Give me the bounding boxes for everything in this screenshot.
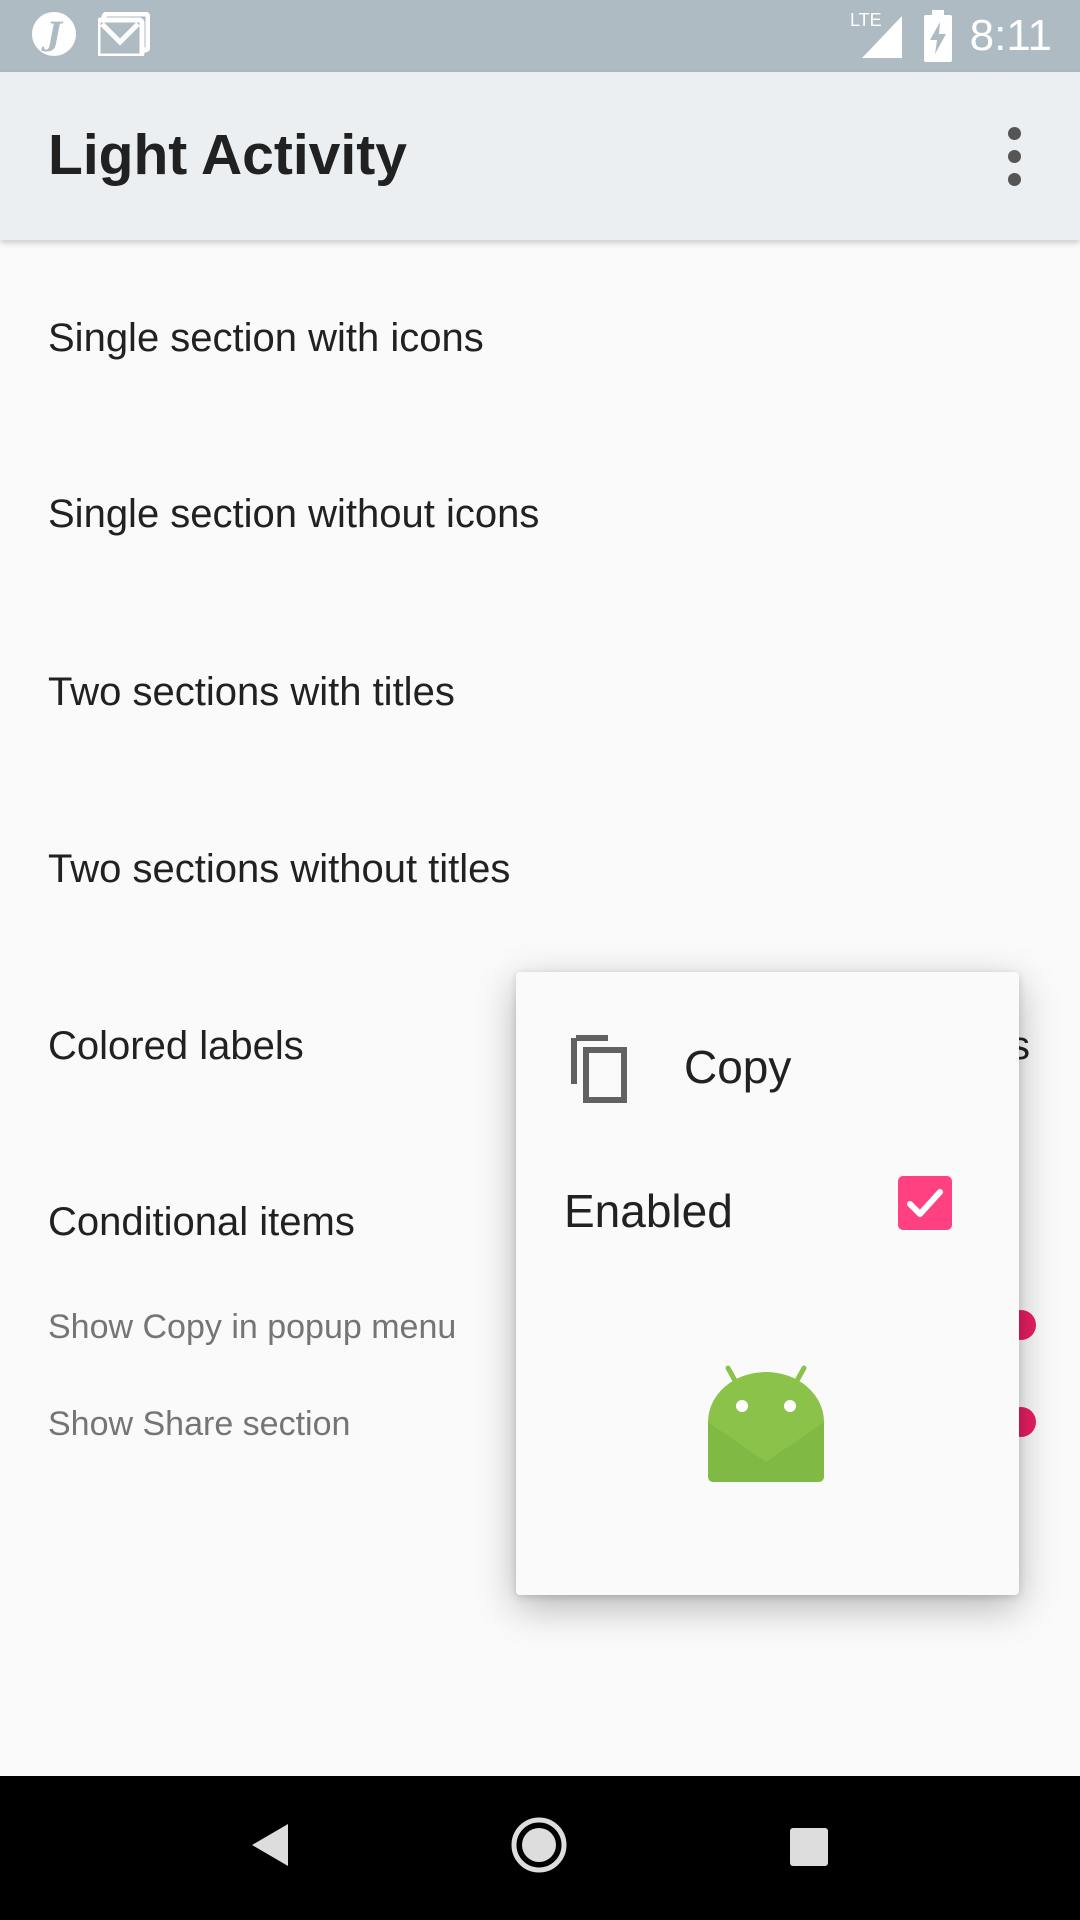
list-item-conditional-items[interactable]: Conditional items	[48, 1200, 355, 1245]
j-app-icon: J	[32, 12, 76, 56]
content-copy-icon	[571, 1035, 627, 1103]
battery-charging-icon	[923, 10, 952, 62]
list-item-colored-labels[interactable]: Colored labels	[48, 1024, 304, 1069]
home-icon[interactable]	[510, 1816, 568, 1874]
lte-signal-icon: LTE	[850, 10, 902, 58]
navigation-bar	[0, 1776, 1080, 1920]
check-icon	[907, 1189, 943, 1217]
status-bar: J LTE 8:11	[0, 0, 1080, 72]
back-icon[interactable]	[250, 1822, 290, 1868]
status-time: 8:11	[969, 11, 1052, 60]
popup-item-copy[interactable]: Copy	[516, 972, 1019, 1162]
svg-text:LTE: LTE	[850, 10, 882, 30]
setting-show-share[interactable]: Show Share section	[48, 1405, 350, 1444]
status-bar-system: LTE 8:11	[850, 8, 1052, 64]
more-vert-icon[interactable]	[978, 112, 1050, 200]
status-bar-notifications: J	[32, 12, 150, 56]
list-item-two-sections-no-titles[interactable]: Two sections without titles	[48, 847, 510, 892]
page-title: Light Activity	[48, 123, 407, 187]
list-item-two-sections-titles[interactable]: Two sections with titles	[48, 670, 455, 715]
recents-icon[interactable]	[790, 1828, 828, 1866]
list-item-single-section-icons[interactable]: Single section with icons	[48, 316, 484, 361]
popup-item-copy-label: Copy	[684, 1041, 792, 1093]
app-bar: Light Activity	[0, 72, 1080, 240]
enabled-checkbox[interactable]	[898, 1176, 952, 1230]
popup-menu: Copy Enabled	[516, 972, 1019, 1595]
list-item-single-section-no-icons[interactable]: Single section without icons	[48, 492, 539, 537]
popup-item-enabled[interactable]: Enabled	[516, 1162, 1019, 1272]
popup-item-enabled-label: Enabled	[564, 1185, 733, 1237]
android-icon	[708, 1365, 824, 1482]
setting-show-copy[interactable]: Show Copy in popup menu	[48, 1308, 456, 1347]
mail-icon	[98, 12, 150, 56]
